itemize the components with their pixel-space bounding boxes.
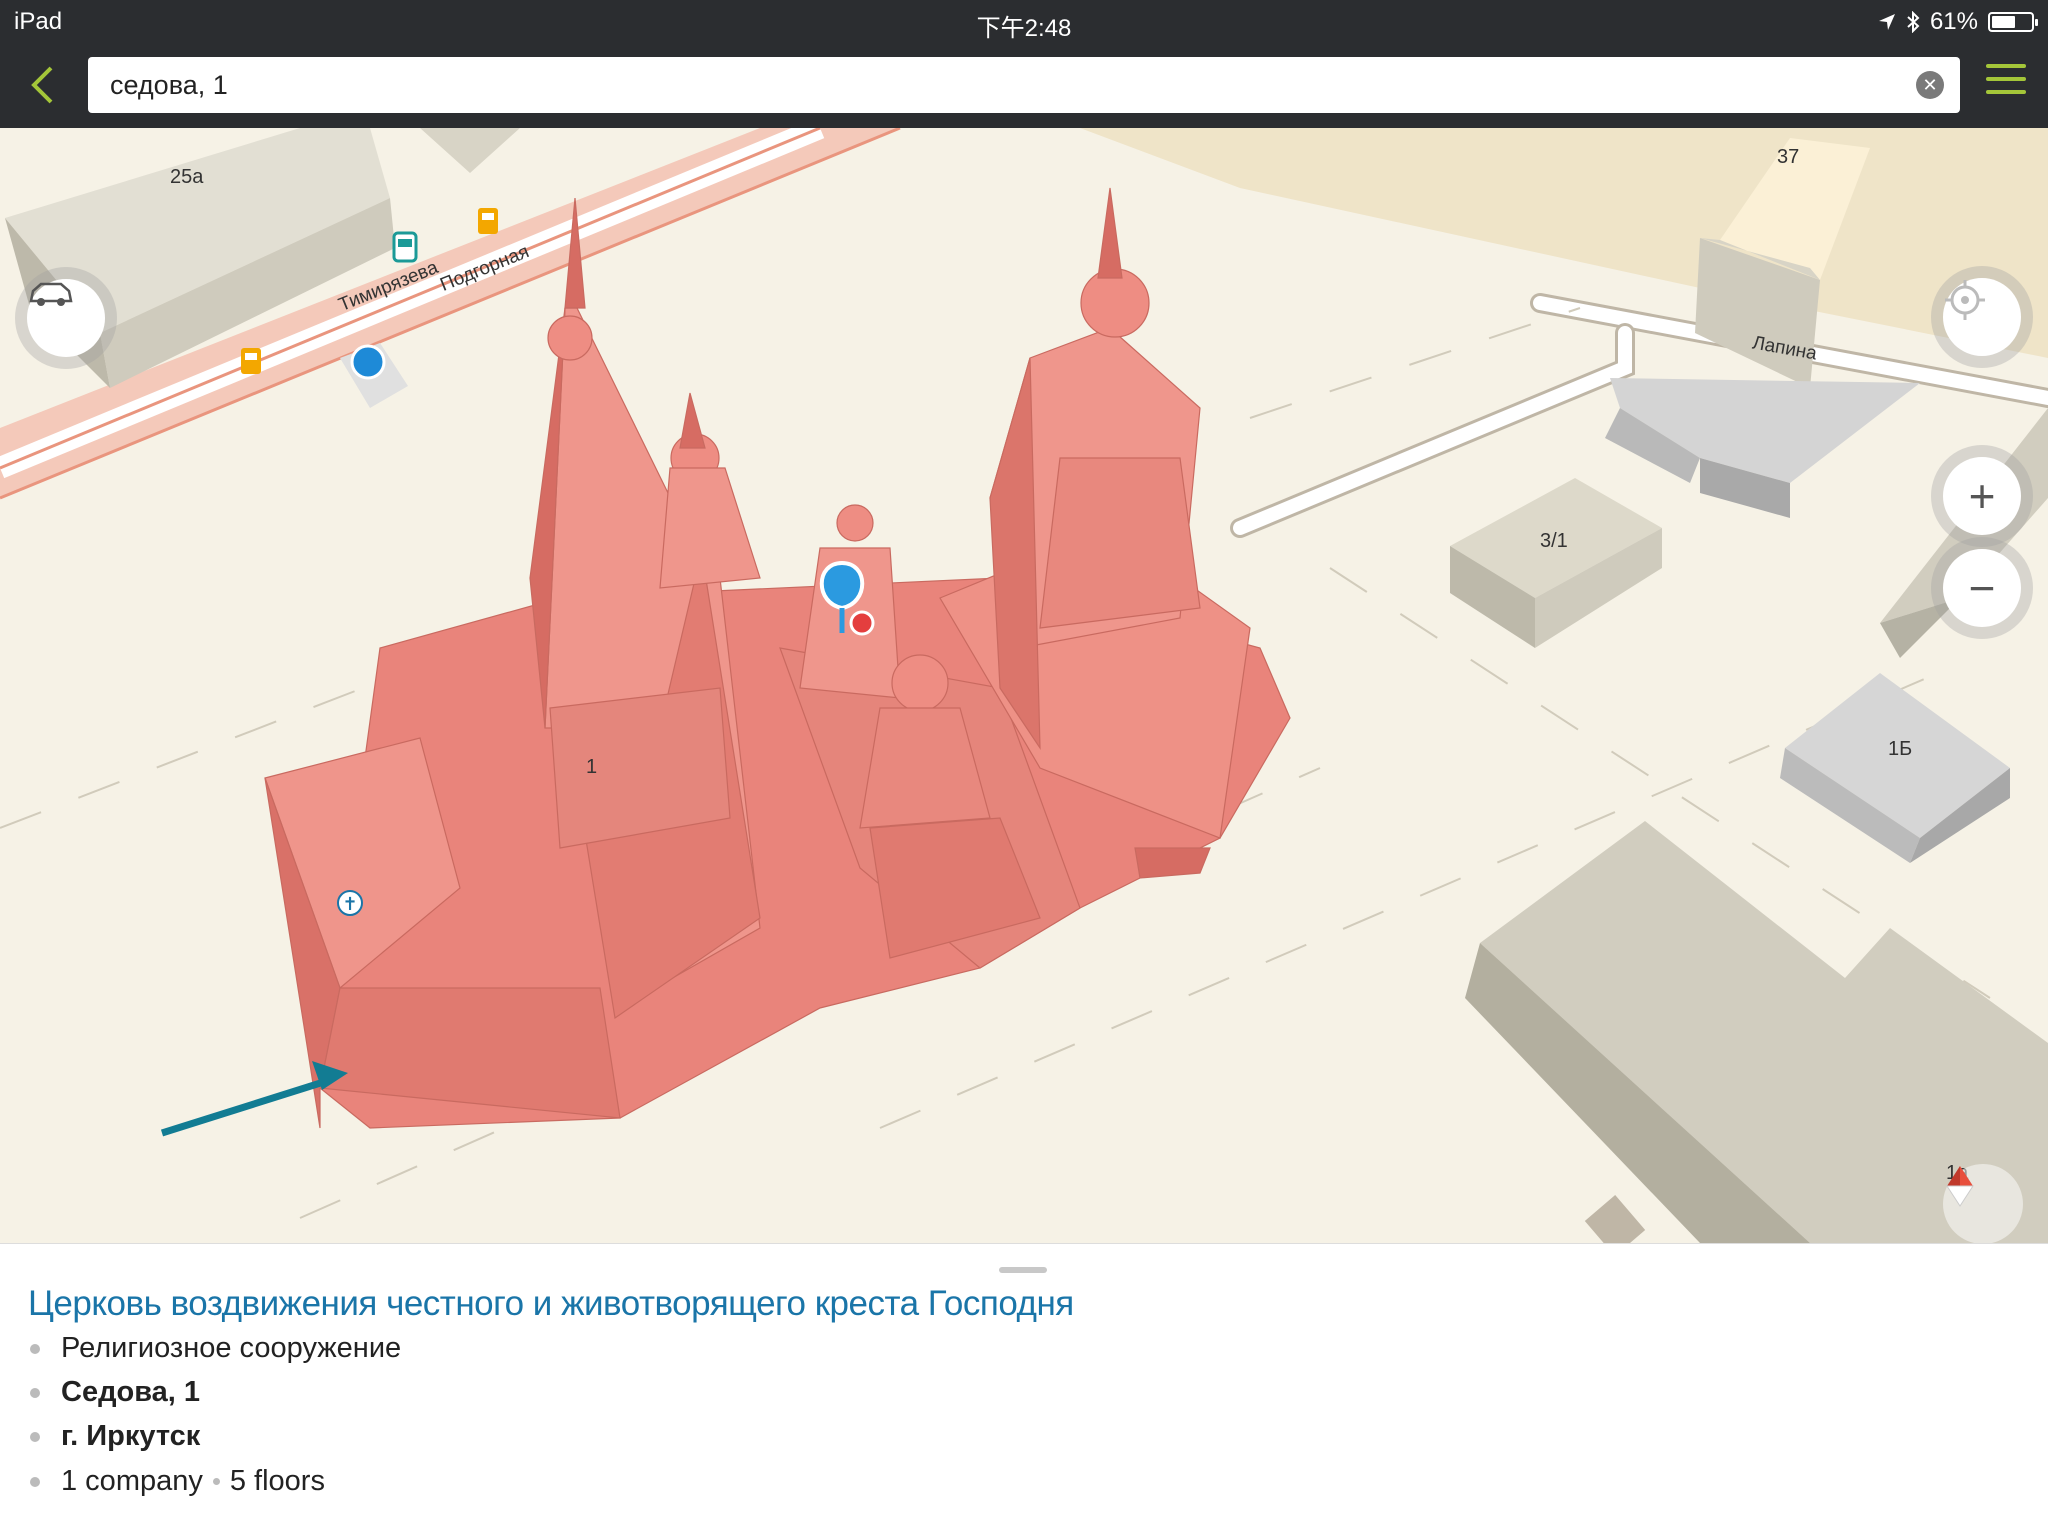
battery-percent: 61% xyxy=(1929,8,1978,35)
floor-count: 5 floors xyxy=(229,1465,325,1497)
place-city: г. Иркутск xyxy=(61,1420,201,1452)
place-card: Церковь воздвижения честного и животворя… xyxy=(0,1243,2048,1537)
locate-me-button[interactable] xyxy=(1943,278,2021,356)
building-label: 1 xyxy=(586,756,598,778)
building-label: 25а xyxy=(170,166,204,188)
crosshair-icon xyxy=(1945,280,1985,320)
search-input[interactable] xyxy=(108,68,1872,102)
place-title[interactable]: Церковь воздвижения честного и животворя… xyxy=(28,1284,1074,1324)
zoom-out-button[interactable]: − xyxy=(1943,549,2021,627)
search-bar: ✕ xyxy=(0,42,2048,128)
traffic-button[interactable] xyxy=(27,279,105,357)
compass-icon xyxy=(1946,1166,1974,1207)
bullet-dot xyxy=(30,1476,40,1487)
drag-handle[interactable] xyxy=(999,1267,1047,1273)
clock: 下午2:48 xyxy=(976,15,1072,42)
company-count[interactable]: 1 company xyxy=(61,1465,203,1498)
compass-button[interactable] xyxy=(1943,1164,2023,1243)
back-button[interactable] xyxy=(20,54,64,116)
map-canvas: ✝ xyxy=(0,128,2048,1243)
tram-stop-icon[interactable] xyxy=(241,348,261,374)
building-label: 1Б xyxy=(1888,738,1913,760)
battery-icon xyxy=(1988,12,2038,32)
zoom-in-button[interactable]: + xyxy=(1943,457,2021,535)
status-right: 61% xyxy=(1878,8,2038,36)
bullet-dot xyxy=(30,1387,40,1398)
separator-dot xyxy=(212,1478,220,1485)
svg-text:✝: ✝ xyxy=(342,894,357,915)
address-row[interactable]: Седова, 1 xyxy=(30,1376,200,1409)
hamburger-menu-icon[interactable] xyxy=(1986,64,2026,104)
category-row: Религиозное сооружение xyxy=(30,1332,401,1365)
map-view[interactable]: ✝ 25а 37 3/1 1Б 1 1а Тимирязева Подгорна… xyxy=(0,128,2048,1243)
location-arrow-icon xyxy=(1878,14,1895,30)
place-category: Религиозное сооружение xyxy=(61,1332,402,1364)
bullet-dot xyxy=(30,1343,40,1354)
bullet-dot xyxy=(30,1431,40,1442)
tram-stop-icon[interactable] xyxy=(478,208,498,234)
bus-stop-icon[interactable] xyxy=(392,231,418,263)
search-field[interactable]: ✕ xyxy=(88,57,1960,113)
battery-fill xyxy=(1992,16,2015,28)
chevron-left-icon xyxy=(31,66,53,104)
clear-icon[interactable]: ✕ xyxy=(1916,71,1944,99)
building-label: 37 xyxy=(1777,146,1800,168)
traffic-car-icon xyxy=(29,282,73,306)
bluetooth-icon xyxy=(1907,11,1920,33)
details-row[interactable]: 1 company 5 floors xyxy=(30,1465,325,1498)
building-label: 3/1 xyxy=(1540,530,1568,552)
status-bar: iPad 下午2:48 61% xyxy=(0,0,2048,42)
place-address: Седова, 1 xyxy=(61,1376,201,1408)
city-row: г. Иркутск xyxy=(30,1420,200,1453)
